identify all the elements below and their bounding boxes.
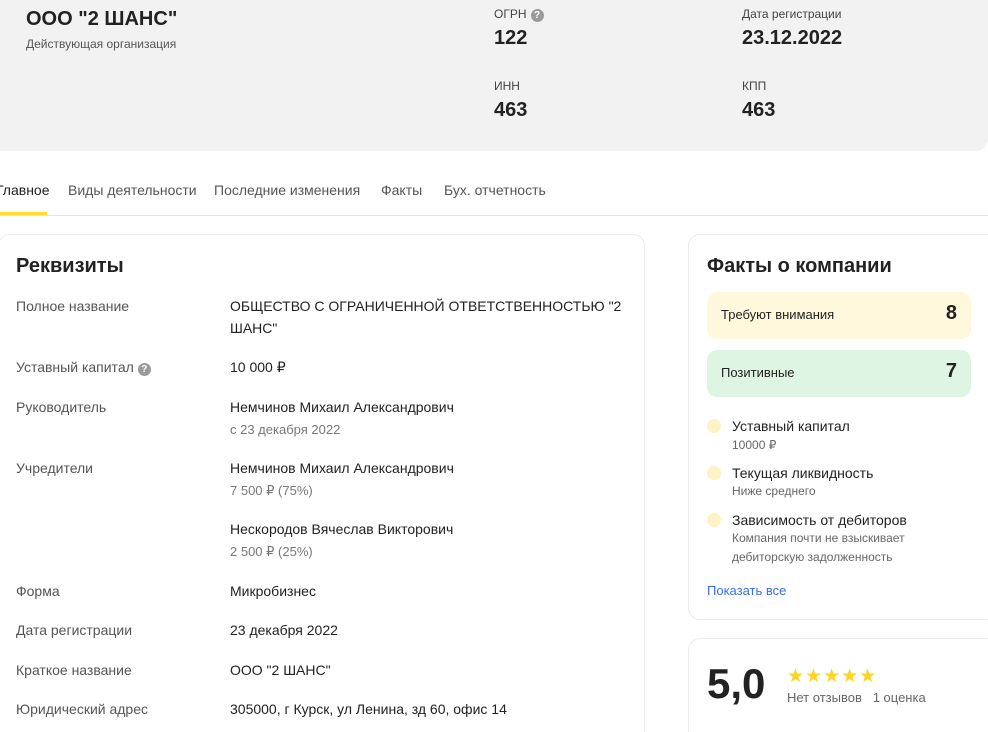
rating-summary: Нет отзывов 1 оценка (787, 690, 926, 705)
help-icon[interactable]: ? (530, 9, 544, 22)
full-name-label: Полное название (16, 298, 130, 314)
rating-value: 5,0 (707, 660, 766, 707)
positive-count: 7 (945, 360, 957, 382)
attention-facts-box[interactable]: Требуют внимания 8 (707, 292, 971, 339)
positive-label: Позитивные (721, 365, 795, 380)
full-name-value: ОБЩЕСТВО С ОГРАНИЧЕННОЙ ОТВЕТСТВЕННОСТЬЮ… (230, 298, 622, 336)
fact-title: Уставный капитал (732, 418, 850, 434)
facts-title: Факты о компании (707, 255, 892, 277)
tab-recent-changes[interactable]: Последние изменения (214, 182, 360, 198)
short-name-value: ООО "2 ШАНС" (230, 662, 331, 678)
founder-name[interactable]: Немчинов Михаил Александрович (230, 457, 454, 479)
tab-bar: Главное Виды деятельности Последние изме… (0, 152, 988, 216)
reviews-link[interactable]: Нет отзывов (787, 690, 862, 705)
reg-date-value: 23 декабря 2022 (230, 622, 338, 638)
fact-sub: 10000 ₽ (732, 438, 777, 452)
capital-label: Уставный капитал? (16, 359, 151, 376)
reg-date-label: Дата регистрации (742, 7, 842, 21)
show-all-link[interactable]: Показать все (707, 583, 786, 598)
form-value: Микробизнес (230, 583, 316, 599)
fact-bullet-icon (707, 513, 721, 527)
director-name[interactable]: Немчинов Михаил Александрович (230, 396, 454, 418)
founder-share: 2 500 ₽ (25%) (230, 544, 313, 559)
ogrn-value: 122 (494, 27, 528, 49)
requisites-title: Реквизиты (16, 255, 124, 277)
reg-date-label: Дата регистрации (16, 622, 133, 638)
attention-label: Требуют внимания (721, 307, 835, 322)
kpp-value: 463 (742, 99, 776, 121)
short-name-label: Краткое название (16, 662, 132, 678)
rating-stars-icon[interactable]: ★★★★★ (787, 665, 877, 688)
founders-label: Учредители (16, 460, 94, 476)
kpp-label: КПП (742, 79, 767, 93)
founder-name[interactable]: Нескородов Вячеслав Викторович (230, 518, 453, 540)
inn-label: ИНН (494, 79, 520, 93)
fact-bullet-icon (707, 419, 721, 433)
ogrn-label: ОГРН? (494, 7, 544, 22)
fact-sub: Ниже среднего (732, 484, 816, 498)
director-since: с 23 декабря 2022 (230, 422, 341, 437)
help-icon[interactable]: ? (137, 363, 151, 376)
fact-title: Зависимость от дебиторов (732, 512, 907, 528)
founder-share: 7 500 ₽ (75%) (230, 483, 313, 498)
tab-main[interactable]: Главное (0, 182, 50, 198)
active-tab-indicator (0, 212, 47, 215)
tab-activities[interactable]: Виды деятельности (68, 182, 197, 198)
reg-date-value: 23.12.2022 (742, 27, 843, 49)
tab-accounting[interactable]: Бух. отчетность (444, 182, 546, 198)
capital-value: 10 000 ₽ (230, 359, 286, 375)
company-status: Действующая организация (26, 37, 177, 51)
positive-facts-box[interactable]: Позитивные 7 (707, 350, 971, 397)
attention-count: 8 (945, 302, 957, 324)
tab-facts[interactable]: Факты (381, 182, 422, 198)
address-value: 305000, г Курск, ул Ленина, зд 60, офис … (230, 701, 507, 717)
fact-sub: Компания почти не взыскивает дебиторскую… (732, 531, 905, 564)
address-label: Юридический адрес (16, 701, 149, 717)
fact-bullet-icon (707, 466, 721, 480)
form-label: Форма (16, 583, 60, 599)
director-label: Руководитель (16, 399, 107, 415)
fact-title: Текущая ликвидность (732, 465, 874, 481)
company-name: ООО "2 ШАНС" (26, 8, 178, 30)
inn-value: 463 (494, 99, 528, 121)
ratings-count[interactable]: 1 оценка (873, 690, 926, 705)
